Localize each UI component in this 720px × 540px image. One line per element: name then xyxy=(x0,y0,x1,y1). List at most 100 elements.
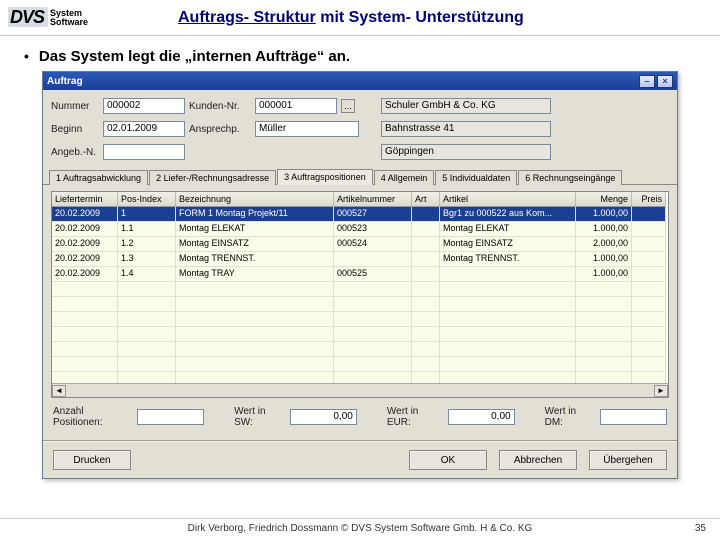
cell-liefertermin: 20.02.2009 xyxy=(52,207,118,222)
col-artikelnummer[interactable]: Artikelnummer xyxy=(334,192,412,207)
logo-line2: Software xyxy=(50,17,88,27)
value-anzahl xyxy=(137,409,204,425)
drucken-button[interactable]: Drucken xyxy=(53,450,131,470)
horizontal-scrollbar[interactable]: ◄ ► xyxy=(52,383,668,397)
table-row-empty xyxy=(52,297,668,312)
table-row-empty xyxy=(52,282,668,297)
table-row-empty xyxy=(52,372,668,383)
input-angebn[interactable] xyxy=(103,144,185,160)
label-ansprechp: Ansprechp. xyxy=(189,124,251,135)
label-wert-eur: Wert in EUR: xyxy=(387,406,442,428)
display-kunde-name: Schuler GmbH & Co. KG xyxy=(381,98,551,114)
cell-liefertermin: 20.02.2009 xyxy=(52,267,118,282)
table-row-empty xyxy=(52,357,668,372)
label-wert-sw: Wert in SW: xyxy=(234,406,284,428)
cell-preis xyxy=(632,237,666,252)
cell-pos: 1.1 xyxy=(118,222,176,237)
cell-pos: 1.4 xyxy=(118,267,176,282)
table-row-empty xyxy=(52,327,668,342)
cell-liefertermin: 20.02.2009 xyxy=(52,237,118,252)
cell-art xyxy=(412,237,440,252)
table-row[interactable]: 20.02.20091FORM 1 Montag Projekt/1100052… xyxy=(52,207,668,222)
tab-individualdaten[interactable]: 5 Individualdaten xyxy=(435,170,517,185)
close-button[interactable]: × xyxy=(657,75,673,88)
cell-preis xyxy=(632,252,666,267)
input-beginn[interactable]: 02.01.2009 xyxy=(103,121,185,137)
tab-adressen[interactable]: 2 Liefer-/Rechnungsadresse xyxy=(149,170,276,185)
window-titlebar[interactable]: Auftrag – × xyxy=(43,72,677,90)
abbrechen-button[interactable]: Abbrechen xyxy=(499,450,577,470)
cell-menge: 2.000,00 xyxy=(576,237,632,252)
cell-preis xyxy=(632,207,666,222)
logo-subtitle: System Software xyxy=(50,9,88,27)
col-menge[interactable]: Menge xyxy=(576,192,632,207)
cell-bez: Montag TRENNST. xyxy=(176,252,334,267)
table-row[interactable]: 20.02.20091.4Montag TRAY000525 1.000,00 xyxy=(52,267,668,282)
window-title: Auftrag xyxy=(47,76,83,87)
table-row[interactable]: 20.02.20091.2Montag EINSATZ000524Montag … xyxy=(52,237,668,252)
tab-allgemein[interactable]: 4 Allgemein xyxy=(374,170,435,185)
cell-artikel: Montag TRENNST. xyxy=(440,252,576,267)
input-nummer[interactable]: 000002 xyxy=(103,98,185,114)
tab-rechnungseingaenge[interactable]: 6 Rechnungseingänge xyxy=(518,170,622,185)
minimize-button[interactable]: – xyxy=(639,75,655,88)
tab-positionen[interactable]: 3 Auftragspositionen xyxy=(277,169,373,185)
cell-preis xyxy=(632,267,666,282)
table-row[interactable]: 20.02.20091.1Montag ELEKAT000523Montag E… xyxy=(52,222,668,237)
grid-header: Liefertermin Pos-Index Bezeichnung Artik… xyxy=(52,192,668,207)
cell-menge: 1.000,00 xyxy=(576,267,632,282)
cell-liefertermin: 20.02.2009 xyxy=(52,222,118,237)
cell-artnr: 000525 xyxy=(334,267,412,282)
label-wert-dm: Wert in DM: xyxy=(545,406,595,428)
label-nummer: Nummer xyxy=(51,101,99,112)
tab-auftragsabwicklung[interactable]: 1 Auftragsabwicklung xyxy=(49,170,148,185)
col-posindex[interactable]: Pos-Index xyxy=(118,192,176,207)
cell-artikel xyxy=(440,267,576,282)
summary-bar: Anzahl Positionen: Wert in SW: 0,00 Wert… xyxy=(43,400,677,434)
slide-title-underline: Auftrags- Struktur xyxy=(178,9,316,26)
app-window: Auftrag – × Nummer 000002 Kunden-Nr. 000… xyxy=(42,71,678,479)
cell-menge: 1.000,00 xyxy=(576,222,632,237)
button-bar: Drucken OK Abbrechen Übergehen xyxy=(43,440,677,478)
label-anzahl: Anzahl Positionen: xyxy=(53,406,131,428)
form-header: Nummer 000002 Kunden-Nr. 000001 ... Schu… xyxy=(43,90,677,166)
logo-dvs: DVS xyxy=(8,7,48,27)
scroll-right-icon[interactable]: ► xyxy=(654,385,668,397)
cell-menge: 1.000,00 xyxy=(576,207,632,222)
cell-artnr xyxy=(334,252,412,267)
col-artikel[interactable]: Artikel xyxy=(440,192,576,207)
col-art[interactable]: Art xyxy=(412,192,440,207)
slide-title-rest: mit System- Unterstützung xyxy=(316,9,524,26)
positions-grid: Liefertermin Pos-Index Bezeichnung Artik… xyxy=(51,191,669,398)
input-ansprechp[interactable]: Müller xyxy=(255,121,359,137)
cell-preis xyxy=(632,222,666,237)
cell-pos: 1 xyxy=(118,207,176,222)
cell-artnr: 000523 xyxy=(334,222,412,237)
input-kundenr[interactable]: 000001 xyxy=(255,98,337,114)
cell-art xyxy=(412,252,440,267)
cell-liefertermin: 20.02.2009 xyxy=(52,252,118,267)
display-strasse: Bahnstrasse 41 xyxy=(381,121,551,137)
col-preis[interactable]: Preis xyxy=(632,192,666,207)
slide-header: DVS System Software Auftrags- Struktur m… xyxy=(0,0,720,36)
grid-body[interactable]: 20.02.20091FORM 1 Montag Projekt/1100052… xyxy=(52,207,668,383)
label-kundenr: Kunden-Nr. xyxy=(189,101,251,112)
scroll-left-icon[interactable]: ◄ xyxy=(52,385,66,397)
cell-pos: 1.2 xyxy=(118,237,176,252)
uebergehen-button[interactable]: Übergehen xyxy=(589,450,667,470)
dvs-logo: DVS System Software xyxy=(8,4,166,32)
ok-button[interactable]: OK xyxy=(409,450,487,470)
value-wert-dm xyxy=(600,409,667,425)
cell-bez: Montag EINSATZ xyxy=(176,237,334,252)
value-wert-eur: 0,00 xyxy=(448,409,515,425)
cell-artnr: 000524 xyxy=(334,237,412,252)
col-bezeichnung[interactable]: Bezeichnung xyxy=(176,192,334,207)
table-row[interactable]: 20.02.20091.3Montag TRENNST.Montag TRENN… xyxy=(52,252,668,267)
value-wert-sw: 0,00 xyxy=(290,409,357,425)
cell-bez: Montag TRAY xyxy=(176,267,334,282)
picker-kunde[interactable]: ... xyxy=(341,99,355,113)
slide-footer: Dirk Verborg, Friedrich Dossmann © DVS S… xyxy=(0,518,720,534)
col-liefertermin[interactable]: Liefertermin xyxy=(52,192,118,207)
label-beginn: Beginn xyxy=(51,124,99,135)
table-row-empty xyxy=(52,342,668,357)
